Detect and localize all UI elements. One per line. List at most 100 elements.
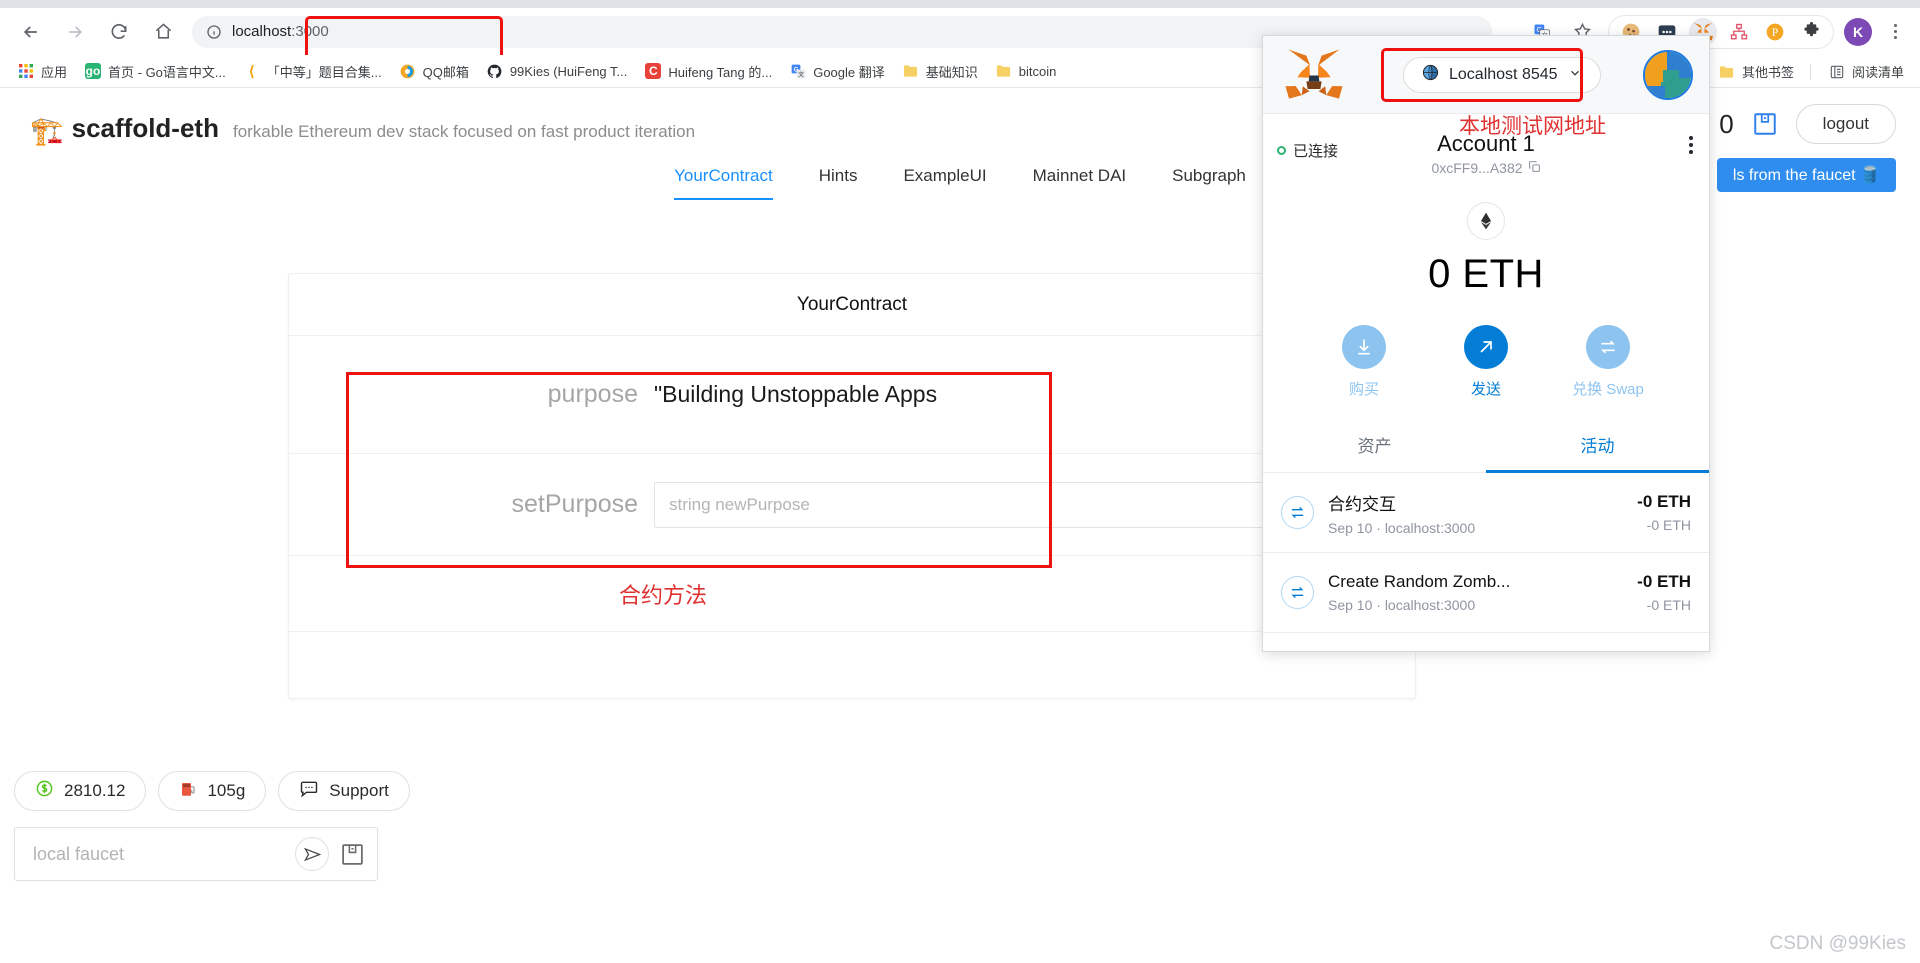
purpose-label: purpose xyxy=(547,380,638,408)
leetcode-icon: ⟨ xyxy=(243,63,260,79)
contract-row-purpose: purpose "Building Unstoppable Apps xyxy=(289,336,1415,454)
header-balance: 0 xyxy=(1719,108,1734,139)
account-identicon[interactable] xyxy=(1643,50,1693,100)
chat-bubble-icon xyxy=(299,779,319,804)
purpose-value: "Building Unstoppable Apps xyxy=(654,381,938,407)
send-arrow-icon xyxy=(1464,325,1508,369)
account-name[interactable]: Account 1 xyxy=(1437,131,1535,157)
bookmark-label: Google 翻译 xyxy=(813,64,885,80)
contract-interaction-icon xyxy=(1281,576,1314,609)
gas-chip[interactable]: 105g xyxy=(158,771,267,811)
pinterest-extension-icon[interactable]: P xyxy=(1761,18,1789,46)
brand[interactable]: 🏗️ scaffold-eth forkable Ethereum dev st… xyxy=(30,112,696,146)
copy-icon[interactable] xyxy=(1528,160,1541,176)
reload-button[interactable] xyxy=(100,13,138,51)
contract-interaction-icon xyxy=(1281,496,1314,529)
bookmark-item[interactable]: 99Kies (HuiFeng T... xyxy=(479,60,636,82)
transaction-title: Create Random Zomb... xyxy=(1328,572,1511,591)
puzzle-extensions-icon[interactable] xyxy=(1797,18,1825,46)
send-action[interactable]: 发送 xyxy=(1444,325,1528,399)
transaction-amount: -0 ETH xyxy=(1637,492,1691,511)
transaction-title: 合约交互 xyxy=(1328,494,1396,514)
profile-avatar[interactable]: K xyxy=(1844,17,1872,46)
connection-status: 已连接 xyxy=(1277,140,1338,161)
construction-crane-icon: 🏗️ xyxy=(30,115,64,146)
bookmark-item[interactable]: QQ邮箱 xyxy=(392,59,477,84)
buy-action[interactable]: 购买 xyxy=(1322,325,1406,399)
account-address[interactable]: 0xcFF9...A382 xyxy=(1431,160,1540,176)
faucet-input[interactable]: local faucet xyxy=(33,844,295,865)
price-chip-label: 2810.12 xyxy=(64,781,126,800)
csdn-icon: C xyxy=(645,63,662,79)
ethereum-diamond-icon xyxy=(1467,202,1505,240)
tab-assets[interactable]: 资产 xyxy=(1263,421,1486,473)
bookmark-label: QQ邮箱 xyxy=(422,64,469,80)
metamask-popup: Localhost 8545 本地测试网地址 已连接 Account 1 0xc… xyxy=(1262,35,1710,652)
download-arrow-icon xyxy=(1342,325,1386,369)
tab-hints[interactable]: Hints xyxy=(819,166,858,200)
metamask-header: Localhost 8545 本地测试网地址 xyxy=(1263,36,1709,138)
folder-icon xyxy=(996,63,1012,79)
sitemap-extension-icon[interactable] xyxy=(1725,18,1753,46)
tab-mainnet-dai[interactable]: Mainnet DAI xyxy=(1033,166,1127,200)
wallet-icon[interactable] xyxy=(337,839,367,869)
bookmark-label: 应用 xyxy=(41,64,68,80)
transaction-row[interactable]: 合约交互 Sep 10 · localhost:3000 -0 ETH -0 E… xyxy=(1263,473,1709,553)
home-button[interactable] xyxy=(144,13,182,51)
brand-name: scaffold-eth xyxy=(71,112,219,143)
bookmark-item[interactable]: C Huifeng Tang 的... xyxy=(637,59,780,84)
logout-button[interactable]: logout xyxy=(1795,104,1896,144)
tab-subgraph[interactable]: Subgraph xyxy=(1172,166,1246,200)
bookmark-item[interactable]: 基础知识 xyxy=(895,59,986,84)
bookmark-item[interactable]: ⟨ 「中等」题目合集... xyxy=(236,59,390,84)
bookmark-label: 「中等」题目合集... xyxy=(266,64,382,80)
back-button[interactable] xyxy=(12,13,50,51)
bookmark-item[interactable]: go 首页 - Go语言中文... xyxy=(77,59,234,84)
other-bookmarks-label: 其他书签 xyxy=(1741,65,1794,80)
metamask-account-bar: 已连接 Account 1 0xcFF9...A382 xyxy=(1263,114,1709,188)
swap-arrows-icon xyxy=(1586,325,1630,369)
connected-label: 已连接 xyxy=(1293,143,1339,160)
url-text: localhost:3000 xyxy=(232,23,329,40)
reading-list-label: 阅读清单 xyxy=(1851,65,1904,80)
faucet-input-box[interactable]: local faucet xyxy=(14,827,378,881)
swap-action[interactable]: 兑换 Swap xyxy=(1566,325,1650,399)
bookmarks-bar-right: 其他书签 阅读清单 xyxy=(1701,55,1912,88)
contract-row-setpurpose: setPurpose string newPurpose xyxy=(289,454,1415,556)
network-selector[interactable]: Localhost 8545 xyxy=(1403,57,1601,93)
tab-exampleui[interactable]: ExampleUI xyxy=(903,166,986,200)
reading-list-button[interactable]: 阅读清单 xyxy=(1821,59,1912,84)
transaction-row[interactable]: Create Random Zomb... Sep 10 · localhost… xyxy=(1263,553,1709,633)
forward-button[interactable] xyxy=(56,13,94,51)
chrome-menu-icon[interactable] xyxy=(1882,17,1908,47)
site-info-icon[interactable] xyxy=(206,24,222,40)
support-chip[interactable]: Support xyxy=(278,771,410,811)
wallet-icon[interactable] xyxy=(1750,109,1780,139)
globe-icon xyxy=(1422,64,1439,86)
metamask-fox-icon xyxy=(1281,47,1347,103)
tab-activity[interactable]: 活动 xyxy=(1486,421,1709,473)
bookmark-item[interactable]: bitcoin xyxy=(988,60,1065,82)
apps-grid-icon xyxy=(18,63,34,79)
transaction-amount: -0 ETH xyxy=(1637,572,1691,591)
account-address-text: 0xcFF9...A382 xyxy=(1431,159,1523,176)
network-label: Localhost 8545 xyxy=(1449,66,1558,83)
bookmark-item[interactable]: 应用 xyxy=(10,59,75,84)
tab-strip[interactable] xyxy=(0,0,1920,8)
bookmark-item[interactable]: G文 Google 翻译 xyxy=(782,59,893,84)
send-label: 发送 xyxy=(1470,381,1501,398)
transaction-info: 合约交互 Sep 10 · localhost:3000 xyxy=(1328,490,1637,536)
chevron-down-icon xyxy=(1568,66,1582,85)
bookmark-label: 99Kies (HuiFeng T... xyxy=(509,63,628,79)
url-port: :3000 xyxy=(291,23,329,40)
price-chip[interactable]: 2810.12 xyxy=(14,771,147,811)
transaction-info: Create Random Zomb... Sep 10 · localhost… xyxy=(1328,572,1637,613)
dollar-circle-icon xyxy=(35,779,54,803)
contract-card-footer xyxy=(289,632,1415,698)
other-bookmarks-button[interactable]: 其他书签 xyxy=(1711,59,1802,84)
connected-dot-icon xyxy=(1277,146,1286,155)
tab-yourcontract[interactable]: YourContract xyxy=(674,166,773,200)
kebab-menu-icon[interactable] xyxy=(1689,136,1693,154)
brand-tagline: forkable Ethereum dev stack focused on f… xyxy=(232,121,696,141)
send-paper-plane-icon[interactable] xyxy=(295,837,329,871)
